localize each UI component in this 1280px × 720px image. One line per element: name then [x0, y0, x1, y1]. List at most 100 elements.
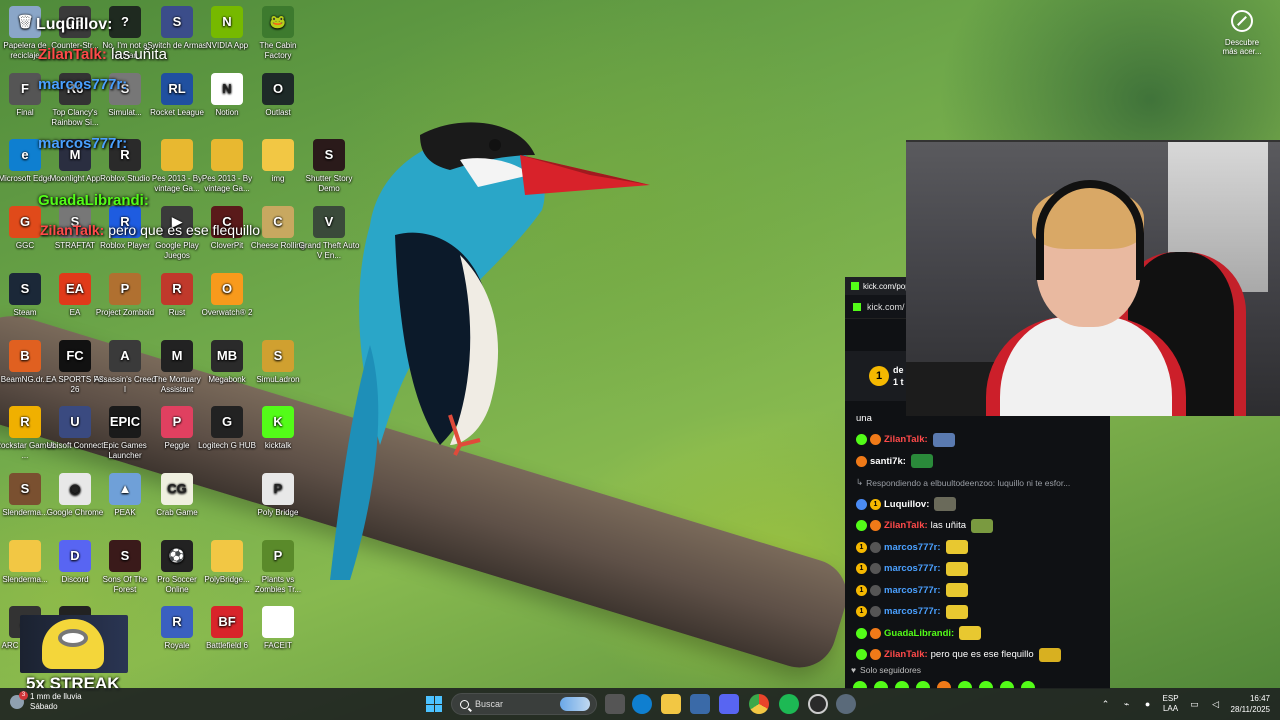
language-indicator[interactable]: ESP LAA: [1163, 694, 1179, 714]
app-icon: BF: [211, 606, 243, 639]
chat-message: GuadaLibrandi:: [845, 623, 1110, 645]
overlay-chat-line: GuadaLibrandi:: [38, 192, 149, 209]
chat-emote-icon: [945, 583, 968, 598]
headset-icon: [1036, 180, 1144, 280]
desktop-icon[interactable]: P Plants vs Zombies Tr...: [246, 539, 310, 595]
start-button[interactable]: [426, 696, 442, 712]
desktop-icon[interactable]: S Shutter Story Demo: [297, 139, 361, 194]
desktop-icon[interactable]: O Overwatch® 2: [195, 272, 259, 318]
discover-more-widget[interactable]: Descubre más acer...: [1218, 10, 1266, 56]
chat-username[interactable]: ZilanTalk:: [884, 520, 928, 531]
desktop-icon-label: Plants vs Zombies Tr...: [254, 574, 302, 594]
lang-layout: LAA: [1162, 704, 1179, 713]
chat-text: las uñita: [930, 520, 967, 532]
overlay-chat-text: pero que es ese flequillo: [104, 222, 260, 238]
desktop-icon[interactable]: O Outlast: [246, 72, 310, 118]
overlay-chat-user: marcos777r:: [38, 135, 128, 152]
pinned-line2: 1 t: [893, 377, 904, 387]
taskbar-search[interactable]: Buscar: [451, 693, 597, 715]
obs-icon[interactable]: [808, 694, 828, 714]
app-icon: S: [9, 272, 41, 305]
app-icon: M: [161, 339, 193, 372]
settings-icon[interactable]: [836, 694, 856, 714]
user-badge-icon: 1: [856, 606, 867, 618]
user-badge-icon: [856, 649, 867, 661]
chat-username[interactable]: santi7k:: [870, 456, 906, 467]
weather-text: 1 mm de lluvia: [30, 692, 82, 701]
chat-message: ZilanTalk: las uñita: [845, 515, 1110, 537]
chat-username[interactable]: Luquillov:: [884, 499, 929, 510]
app-icon: [161, 139, 193, 172]
app-icon: ⚽: [161, 539, 193, 572]
app-icon: 🐸: [262, 6, 294, 38]
app-icon: S: [161, 6, 193, 38]
spotify-icon[interactable]: [779, 694, 799, 714]
user-badge-icon: [870, 434, 881, 446]
app-icon: B: [9, 339, 41, 372]
app-icon: ▲: [109, 472, 141, 505]
app-icon: O: [262, 72, 294, 105]
chat-message: ZilanTalk: pero que es ese flequillo: [845, 644, 1110, 666]
discover-line2: más acer...: [1222, 47, 1262, 56]
weather-widget[interactable]: 3 1 mm de lluvia Sábado: [10, 691, 82, 712]
microphone-icon[interactable]: ●: [1142, 699, 1154, 709]
chat-emote-icon: [945, 604, 968, 619]
chrome-icon[interactable]: [749, 694, 769, 714]
desktop-icon[interactable]: V Grand Theft Auto V En...: [297, 206, 361, 261]
monitor-icon[interactable]: ▭: [1189, 699, 1201, 709]
app-icon: EPIC: [109, 406, 141, 439]
app-icon: G: [211, 406, 243, 439]
volume-icon[interactable]: ◁: [1210, 699, 1222, 709]
reply-context: ↳ Respondiendo a elbuultodeenzoo: luquill…: [845, 472, 1110, 494]
store-icon[interactable]: [690, 694, 710, 714]
task-view-icon[interactable]: [605, 694, 625, 714]
app-icon: FC: [59, 339, 91, 372]
app-icon: V: [313, 206, 345, 239]
overlay-chat-line: ZilanTalk: pero que es ese flequillo: [40, 222, 260, 238]
reply-text: Respondiendo a elbuultodeenzoo: luquillo…: [866, 477, 1071, 488]
desktop-icon[interactable]: P Poly Bridge: [246, 472, 310, 518]
edge-icon[interactable]: [632, 694, 652, 714]
app-icon: D: [59, 539, 91, 572]
chat-emote-icon: [945, 540, 968, 555]
user-badge-icon: [870, 563, 881, 575]
chat-username[interactable]: marcos777r:: [884, 606, 941, 617]
chat-username[interactable]: marcos777r:: [884, 585, 941, 596]
chat-message: 1 marcos777r:: [845, 537, 1110, 559]
chat-message: 1 marcos777r:: [845, 558, 1110, 580]
desktop-icon[interactable]: Kkicktalk: [246, 406, 310, 451]
app-icon: S: [109, 539, 141, 572]
user-badge-icon: [870, 541, 881, 553]
file-explorer-icon[interactable]: [661, 694, 681, 714]
desktop-icon[interactable]: CG Crab Game: [145, 472, 209, 518]
app-icon: P: [262, 539, 294, 572]
chat-username[interactable]: marcos777r:: [884, 542, 941, 553]
system-tray: ⌃ ⌁ ● ESP LAA ▭ ◁ 16:47 28/11/2025: [1100, 688, 1280, 720]
user-badge-icon: 1: [856, 541, 867, 553]
chevron-up-icon[interactable]: ⌃: [1100, 699, 1112, 709]
chat-username[interactable]: ZilanTalk:: [884, 434, 928, 445]
user-badge-icon: [870, 584, 881, 596]
discord-icon[interactable]: [719, 694, 739, 714]
user-badge-icon: [870, 520, 881, 532]
chat-username[interactable]: GuadaLibrandi:: [884, 628, 954, 639]
chat-username[interactable]: marcos777r:: [884, 563, 941, 574]
user-badge-icon: [870, 627, 881, 639]
desktop-icon-label: The Cabin Factory: [259, 41, 297, 60]
reply-icon: ↳: [856, 477, 864, 488]
app-icon: [211, 539, 243, 572]
app-icon: K: [262, 406, 294, 439]
clock[interactable]: 16:47 28/11/2025: [1231, 693, 1270, 715]
user-badge-icon: [856, 498, 867, 510]
desktop-icon[interactable]: 🐸 The Cabin Factory: [246, 6, 310, 61]
desktop-icon[interactable]: FACEIT: [246, 606, 310, 651]
desktop-icon-label: Grand Theft Auto V En...: [298, 241, 360, 261]
app-icon: ◉: [59, 472, 91, 505]
network-off-icon[interactable]: ⌁: [1121, 699, 1133, 709]
app-icon: S: [262, 339, 294, 372]
chat-username[interactable]: ZilanTalk:: [884, 649, 928, 660]
desktop-icon[interactable]: S SimuLadron: [246, 339, 310, 385]
user-badge-icon: [856, 627, 867, 639]
followers-only-label: Solo seguidores: [860, 665, 922, 675]
pinned-message[interactable]: 1 de 1 t: [845, 351, 907, 401]
